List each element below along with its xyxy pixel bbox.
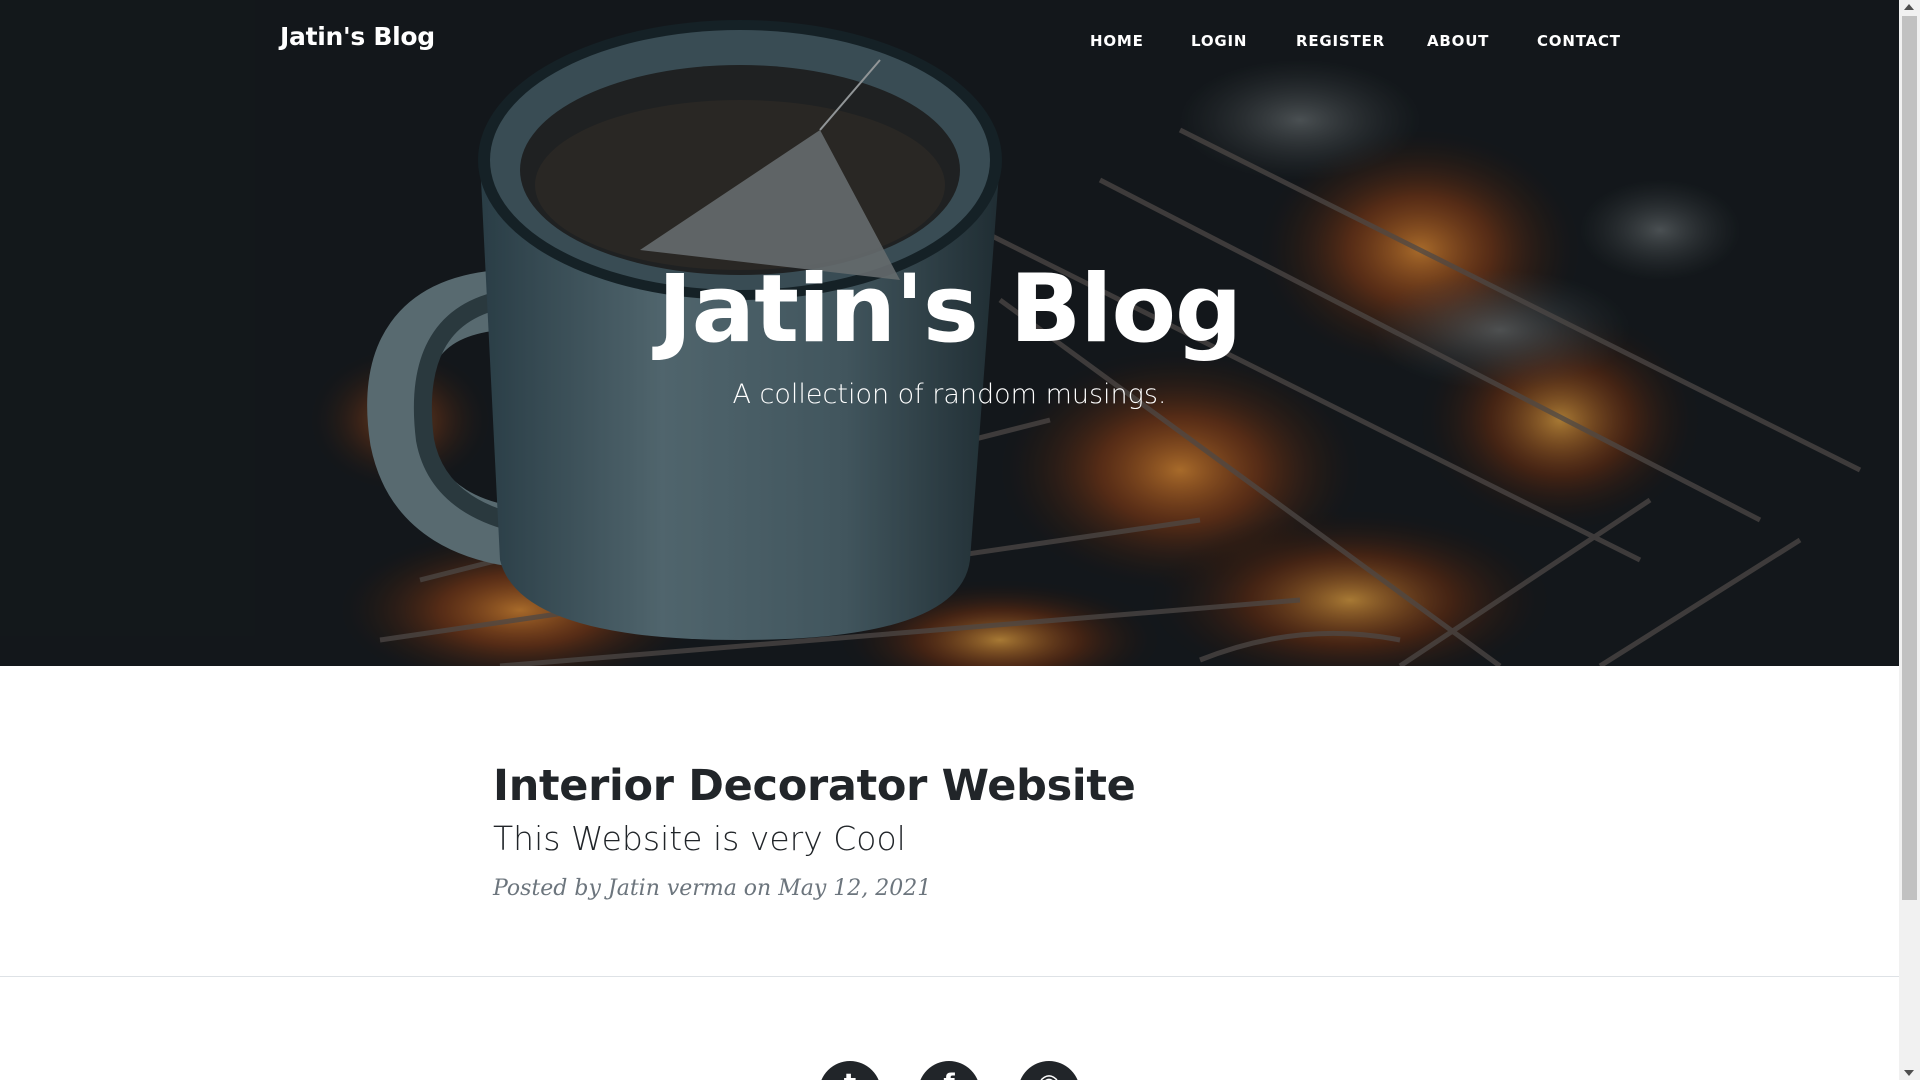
nav-link-home[interactable]: HOME	[1090, 32, 1144, 50]
page-scrollbar[interactable]	[1899, 0, 1920, 1080]
github-icon[interactable]: ◉	[1018, 1061, 1080, 1080]
navbar: Jatin's Blog HOME LOGIN REGISTER ABOUT C…	[0, 0, 1899, 84]
post-preview[interactable]: Interior Decorator Website This Website …	[493, 760, 1453, 904]
site-title: Jatin's Blog	[657, 255, 1243, 364]
nav-link-about[interactable]: ABOUT	[1427, 32, 1489, 50]
page: Jatin's Blog HOME LOGIN REGISTER ABOUT C…	[0, 0, 1920, 1080]
post-meta: Posted by Jatin verma on May 12, 2021	[493, 876, 932, 901]
twitter-icon[interactable]: t	[819, 1061, 881, 1080]
scroll-down-icon[interactable]	[1904, 1070, 1914, 1076]
post-divider	[0, 976, 1899, 977]
post-subtitle[interactable]: This Website is very Cool	[493, 818, 1453, 860]
nav-links: HOME LOGIN REGISTER ABOUT CONTACT	[0, 32, 1899, 52]
masthead: Jatin's Blog HOME LOGIN REGISTER ABOUT C…	[0, 0, 1899, 666]
site-heading: Jatin's Blog A collection of random musi…	[0, 255, 1899, 413]
nav-link-register[interactable]: REGISTER	[1296, 32, 1385, 50]
facebook-icon[interactable]: f	[918, 1061, 980, 1080]
scrollbar-thumb[interactable]	[1902, 16, 1917, 900]
nav-link-contact[interactable]: CONTACT	[1537, 32, 1621, 50]
post-title[interactable]: Interior Decorator Website	[493, 760, 1453, 812]
site-subtitle: A collection of random musings.	[732, 379, 1167, 410]
scroll-up-icon[interactable]	[1904, 4, 1914, 10]
nav-link-login[interactable]: LOGIN	[1191, 32, 1247, 50]
